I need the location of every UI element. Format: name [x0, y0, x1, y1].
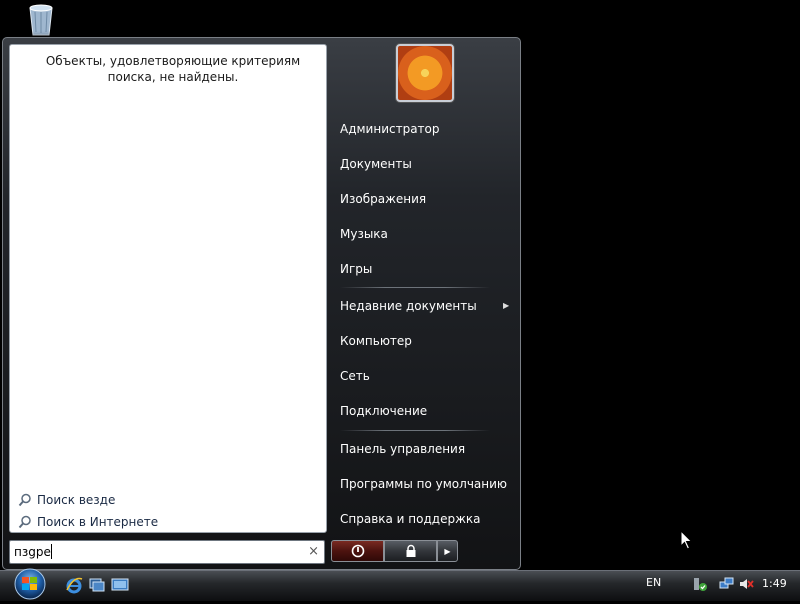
switch-windows-icon[interactable] [88, 576, 106, 594]
menu-item-music[interactable]: Музыка [340, 224, 388, 244]
menu-item-computer[interactable]: Компьютер [340, 331, 412, 351]
search-everywhere-link[interactable]: Поиск везде [18, 491, 115, 509]
recycle-bin-icon[interactable] [22, 2, 60, 36]
menu-item-documents[interactable]: Документы [340, 154, 412, 174]
search-results-pane: Объекты, удовлетворяющие критериям поиск… [9, 44, 327, 533]
search-internet-label: Поиск в Интернете [37, 515, 159, 529]
menu-item-default-programs[interactable]: Программы по умолчанию [340, 474, 507, 494]
menu-item-control-panel[interactable]: Панель управления [340, 439, 465, 459]
arrow-right-icon: ▶ [444, 546, 451, 556]
no-results-message: Объекты, удовлетворяющие критериям поиск… [45, 54, 301, 84]
submenu-arrow-icon: ▶ [503, 301, 510, 310]
start-button[interactable] [10, 567, 50, 600]
shutdown-options-button[interactable]: ▶ [437, 540, 458, 562]
search-internet-link[interactable]: Поиск в Интернете [18, 513, 158, 531]
safely-remove-hardware-icon[interactable] [692, 576, 708, 592]
power-buttons: ▶ [331, 540, 458, 562]
windows-logo-icon [14, 568, 46, 600]
menu-item-network[interactable]: Сеть [340, 366, 370, 386]
clock[interactable]: 1:49 [762, 577, 787, 591]
menu-item-games[interactable]: Игры [340, 259, 372, 279]
search-icon [18, 515, 31, 529]
menu-item-recent-documents[interactable]: Недавние документы [340, 296, 477, 316]
network-icon[interactable] [719, 576, 735, 592]
power-icon [351, 544, 364, 558]
search-everywhere-label: Поиск везде [37, 493, 116, 507]
lock-icon [406, 544, 415, 557]
language-indicator[interactable]: EN [646, 576, 661, 590]
menu-item-connect-to[interactable]: Подключение [340, 401, 427, 421]
user-picture[interactable] [396, 44, 454, 102]
show-desktop-icon[interactable] [111, 576, 129, 594]
search-input-value: пзgре [14, 545, 51, 559]
volume-muted-icon[interactable] [738, 576, 754, 592]
menu-separator [340, 287, 490, 288]
search-icon [18, 493, 31, 507]
text-caret [51, 544, 52, 559]
menu-item-pictures[interactable]: Изображения [340, 189, 426, 209]
search-input[interactable]: пзgре × [9, 540, 325, 564]
power-button[interactable] [331, 540, 384, 562]
menu-item-help-and-support[interactable]: Справка и поддержка [340, 509, 481, 529]
mouse-cursor-icon [680, 530, 693, 550]
clear-search-icon[interactable]: × [308, 544, 319, 560]
internet-explorer-icon[interactable] [65, 576, 83, 594]
menu-item-administrator[interactable]: Администратор [340, 119, 440, 139]
start-menu: Объекты, удовлетворяющие критериям поиск… [2, 37, 521, 570]
lock-button[interactable] [384, 540, 437, 562]
menu-separator [340, 430, 490, 431]
desktop: Объекты, удовлетворяющие критериям поиск… [0, 0, 800, 601]
